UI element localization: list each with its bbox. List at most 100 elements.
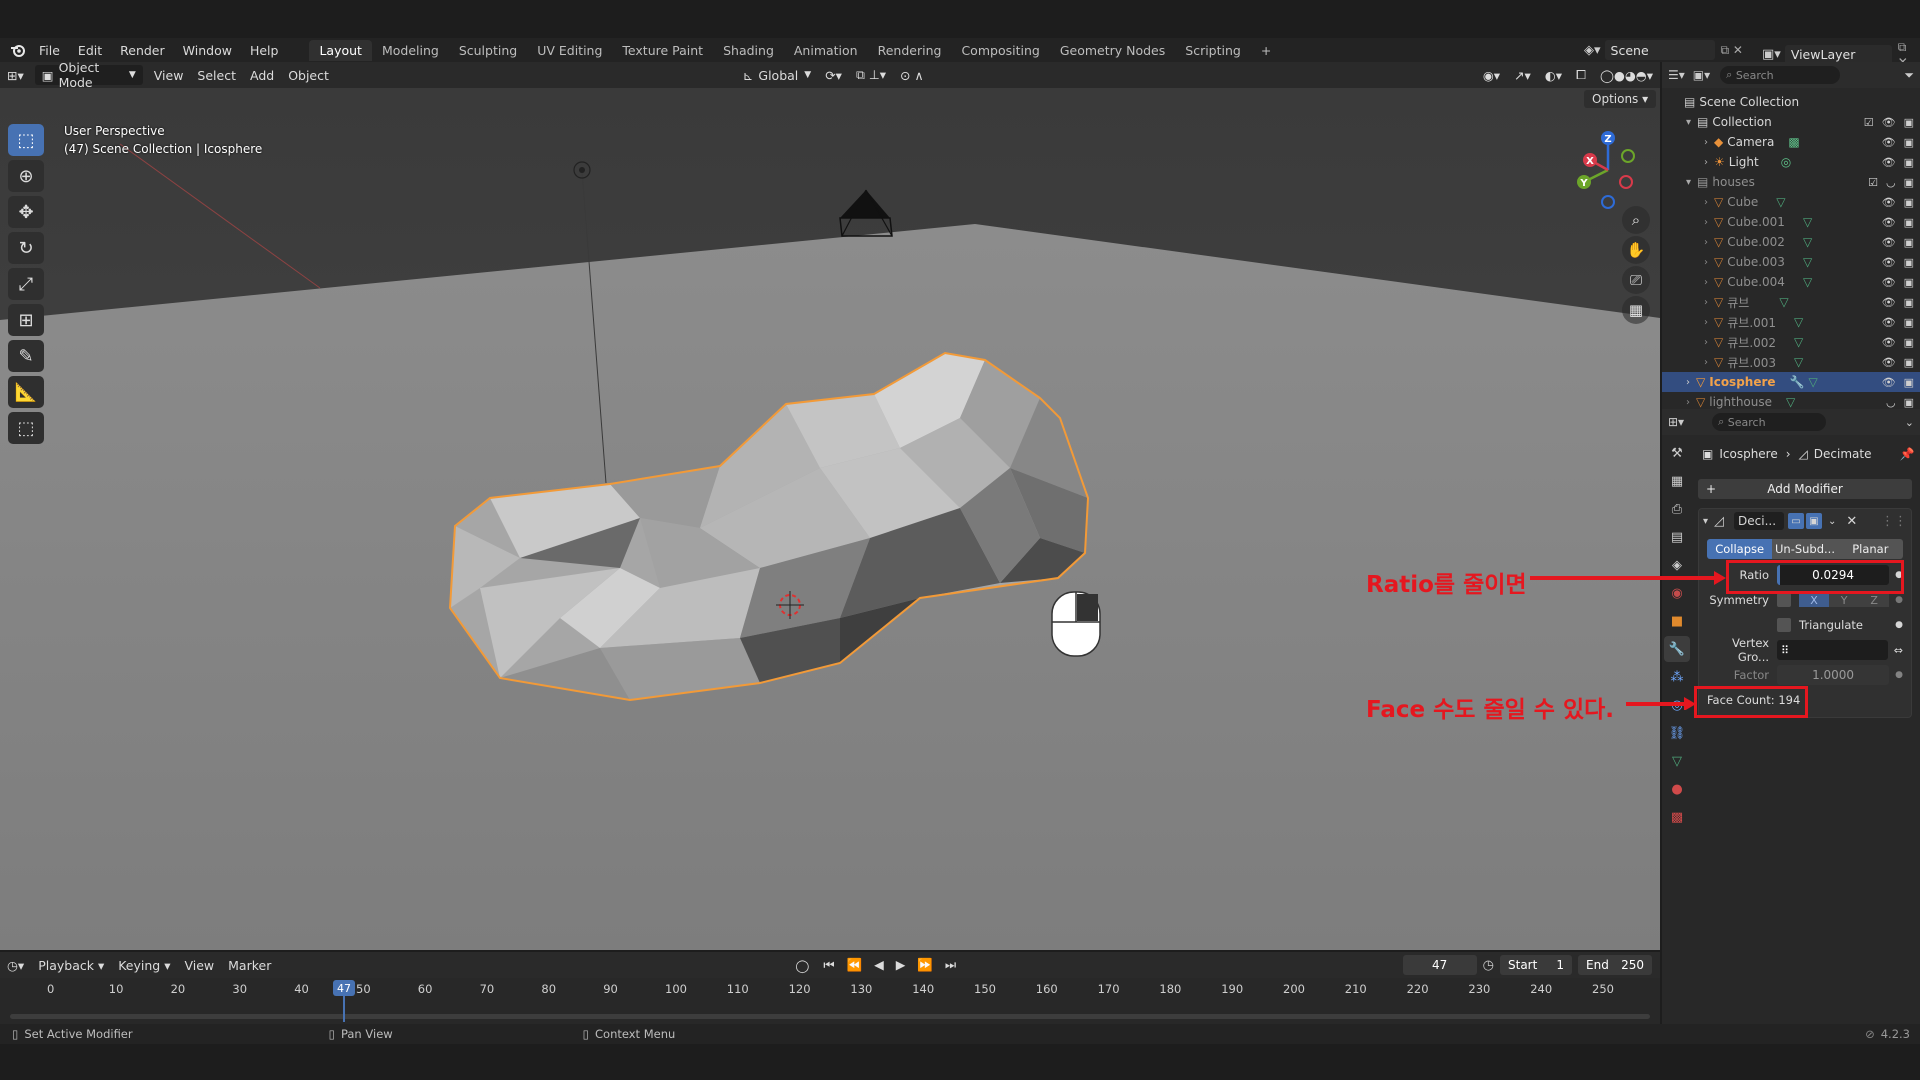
symmetry-axis-x[interactable]: X bbox=[1799, 593, 1830, 607]
tree-item-houses[interactable]: ▾ ▤ houses ☑ ◡ ▣ bbox=[1662, 172, 1920, 192]
render-tab-icon[interactable]: ▦ bbox=[1664, 468, 1690, 494]
playback-controls[interactable]: ⏮ ⏪ ◀ ▶ ⏩ ⏭ bbox=[816, 955, 967, 975]
view-layer-tab-icon[interactable]: ▤ bbox=[1664, 524, 1690, 550]
tab-modeling[interactable]: Modeling bbox=[372, 40, 449, 61]
tree-item-scene-collection[interactable]: ▤ Scene Collection bbox=[1662, 92, 1920, 112]
camera-icon[interactable]: ▣ bbox=[1904, 176, 1914, 189]
camera-icon[interactable]: ▣ bbox=[1904, 376, 1914, 389]
tree-item-cube-003[interactable]: › ▽ Cube.003 ▽ 👁 ▣ bbox=[1662, 252, 1920, 272]
tree-item-cube[interactable]: › ▽ Cube ▽ 👁 ▣ bbox=[1662, 192, 1920, 212]
overlay-toggle-icon[interactable]: ◐▾ bbox=[1538, 65, 1569, 85]
vertex-group-field[interactable]: ⠿ bbox=[1777, 640, 1888, 660]
mode-dropdown[interactable]: ▣ Object Mode ▼ bbox=[34, 60, 143, 90]
viewport-menu-select[interactable]: Select bbox=[190, 65, 243, 85]
viewport-menu-object[interactable]: Object bbox=[281, 65, 336, 85]
gizmo-toggle-icon[interactable]: ↗▾ bbox=[1507, 65, 1538, 85]
mesh-data-icon[interactable]: ▽ bbox=[1786, 395, 1795, 409]
scene-name-field[interactable]: Scene bbox=[1604, 40, 1715, 60]
eye-closed-icon[interactable]: ◡ bbox=[1886, 176, 1896, 189]
eye-icon[interactable]: 👁 bbox=[1882, 256, 1896, 269]
tree-item-kube-001[interactable]: › ▽ 큐브.001 ▽ 👁 ▣ bbox=[1662, 312, 1920, 332]
modifier-name-field[interactable]: Deci... bbox=[1734, 512, 1785, 530]
pivot-point-icon[interactable]: ⟳▾ bbox=[818, 65, 849, 85]
camera-icon[interactable]: ▣ bbox=[1904, 216, 1914, 229]
eye-icon[interactable]: 👁 bbox=[1882, 376, 1896, 389]
dropdown-arrow-icon[interactable]: ⌄ bbox=[1828, 516, 1836, 527]
chevron-right-icon[interactable]: › bbox=[1704, 137, 1708, 148]
tree-item-icosphere[interactable]: › ▽ Icosphere 🔧 ▽ 👁 ▣ bbox=[1662, 372, 1920, 392]
chevron-right-icon[interactable]: › bbox=[1704, 337, 1708, 348]
checkbox-icon[interactable]: ☑ bbox=[1864, 116, 1874, 129]
camera-data-icon[interactable]: ▩ bbox=[1788, 135, 1799, 149]
tab-shading[interactable]: Shading bbox=[713, 40, 784, 61]
tree-item-light[interactable]: › ☀ Light ◎ 👁 ▣ bbox=[1662, 152, 1920, 172]
add-cube-icon[interactable]: ⬚ bbox=[8, 412, 44, 444]
chevron-right-icon[interactable]: › bbox=[1686, 397, 1690, 408]
timeline-menu-view[interactable]: View bbox=[177, 955, 221, 975]
tree-item-camera[interactable]: › ◆ Camera ▩ 👁 ▣ bbox=[1662, 132, 1920, 152]
menu-window[interactable]: Window bbox=[174, 43, 241, 58]
viewport-display-toggle-icon[interactable]: ▭ bbox=[1788, 513, 1805, 529]
camera-icon[interactable]: ▣ bbox=[1904, 336, 1914, 349]
eye-icon[interactable]: 👁 bbox=[1882, 116, 1896, 129]
triangulate-checkbox[interactable] bbox=[1777, 618, 1791, 632]
tree-item-cube-001[interactable]: › ▽ Cube.001 ▽ 👁 ▣ bbox=[1662, 212, 1920, 232]
filter-icon[interactable]: ⏷ bbox=[1904, 68, 1914, 83]
editor-type-icon[interactable]: ⊞▾ bbox=[0, 65, 31, 85]
outliner-editor-icon[interactable]: ☰▾ bbox=[1668, 68, 1685, 82]
factor-field[interactable]: 1.0000 bbox=[1777, 665, 1890, 685]
gizmo-neg-y[interactable] bbox=[1621, 149, 1635, 163]
timeline-menu-keying[interactable]: Keying ▾ bbox=[111, 955, 177, 975]
viewport-menu-add[interactable]: Add bbox=[243, 65, 281, 85]
symmetry-checkbox[interactable] bbox=[1777, 593, 1791, 607]
options-dropdown[interactable]: Options ▾ bbox=[1584, 90, 1657, 108]
camera-icon[interactable]: ▣ bbox=[1904, 196, 1914, 209]
mesh-data-icon[interactable]: ▽ bbox=[1794, 335, 1803, 349]
eye-icon[interactable]: 👁 bbox=[1882, 276, 1896, 289]
auto-keying-icon[interactable]: ◯ bbox=[788, 955, 816, 975]
tab-layout[interactable]: Layout bbox=[309, 39, 372, 61]
tree-item-cube-004[interactable]: › ▽ Cube.004 ▽ 👁 ▣ bbox=[1662, 272, 1920, 292]
tab-animation[interactable]: Animation bbox=[784, 40, 868, 61]
timeline[interactable]: 0 10 20 30 40 50 60 70 80 90 100 110 120 130 140 150 160… bbox=[0, 978, 1660, 1024]
constraints-tab-icon[interactable]: ⛓ bbox=[1664, 720, 1690, 746]
properties-editor-icon[interactable]: ⊞▾ bbox=[1668, 415, 1684, 429]
gizmo-neg-x[interactable] bbox=[1619, 175, 1633, 189]
mesh-data-icon[interactable]: ▽ bbox=[1803, 255, 1812, 269]
add-workspace-button[interactable]: + bbox=[1251, 40, 1281, 61]
timeline-scrollbar[interactable] bbox=[10, 1014, 1650, 1019]
select-box-icon[interactable]: ⬚ bbox=[8, 124, 44, 156]
eye-icon[interactable]: 👁 bbox=[1882, 336, 1896, 349]
end-frame-field[interactable]: End 250 bbox=[1578, 955, 1652, 975]
invert-arrows-icon[interactable]: ⇔ bbox=[1894, 644, 1903, 657]
mesh-data-icon[interactable]: ▽ bbox=[1803, 235, 1812, 249]
camera-icon[interactable]: ▣ bbox=[1904, 296, 1914, 309]
eye-icon[interactable]: 👁 bbox=[1882, 156, 1896, 169]
tab-texture-paint[interactable]: Texture Paint bbox=[612, 40, 713, 61]
keyframe-dot-icon[interactable]: ● bbox=[1895, 620, 1903, 630]
mesh-data-icon[interactable]: ▽ bbox=[1776, 195, 1785, 209]
viewlayer-icon[interactable]: ▣▾ bbox=[1762, 47, 1781, 62]
camera-icon[interactable]: ▣ bbox=[1904, 256, 1914, 269]
eye-icon[interactable]: 👁 bbox=[1882, 196, 1896, 209]
camera-icon[interactable]: ▣ bbox=[1904, 396, 1914, 409]
mode-unsubdiv[interactable]: Un-Subd... bbox=[1772, 539, 1838, 559]
ortho-grid-icon[interactable]: ▦ bbox=[1622, 296, 1650, 324]
timeline-editor-icon[interactable]: ◷▾ bbox=[0, 955, 31, 975]
output-tab-icon[interactable]: ⎙ bbox=[1664, 496, 1690, 522]
properties-search[interactable]: ⌕ Search bbox=[1712, 413, 1827, 431]
chevron-right-icon[interactable]: › bbox=[1704, 317, 1708, 328]
menu-render[interactable]: Render bbox=[111, 43, 174, 58]
keyframe-dot-icon[interactable]: ● bbox=[1895, 670, 1903, 680]
eye-icon[interactable]: 👁 bbox=[1882, 236, 1896, 249]
outliner-search[interactable]: ⌕ Search bbox=[1720, 66, 1841, 84]
camera-view-icon[interactable]: ⎚ bbox=[1622, 266, 1650, 294]
tab-geometry-nodes[interactable]: Geometry Nodes bbox=[1050, 40, 1175, 61]
camera-icon[interactable]: ▣ bbox=[1904, 356, 1914, 369]
clock-icon[interactable]: ◷ bbox=[1483, 958, 1494, 973]
eye-icon[interactable]: 👁 bbox=[1882, 136, 1896, 149]
chevron-right-icon[interactable]: › bbox=[1704, 297, 1708, 308]
annotate-icon[interactable]: ✎ bbox=[8, 340, 44, 372]
zoom-icon[interactable]: ⌕ bbox=[1622, 206, 1650, 234]
pan-hand-icon[interactable]: ✋ bbox=[1622, 236, 1650, 264]
